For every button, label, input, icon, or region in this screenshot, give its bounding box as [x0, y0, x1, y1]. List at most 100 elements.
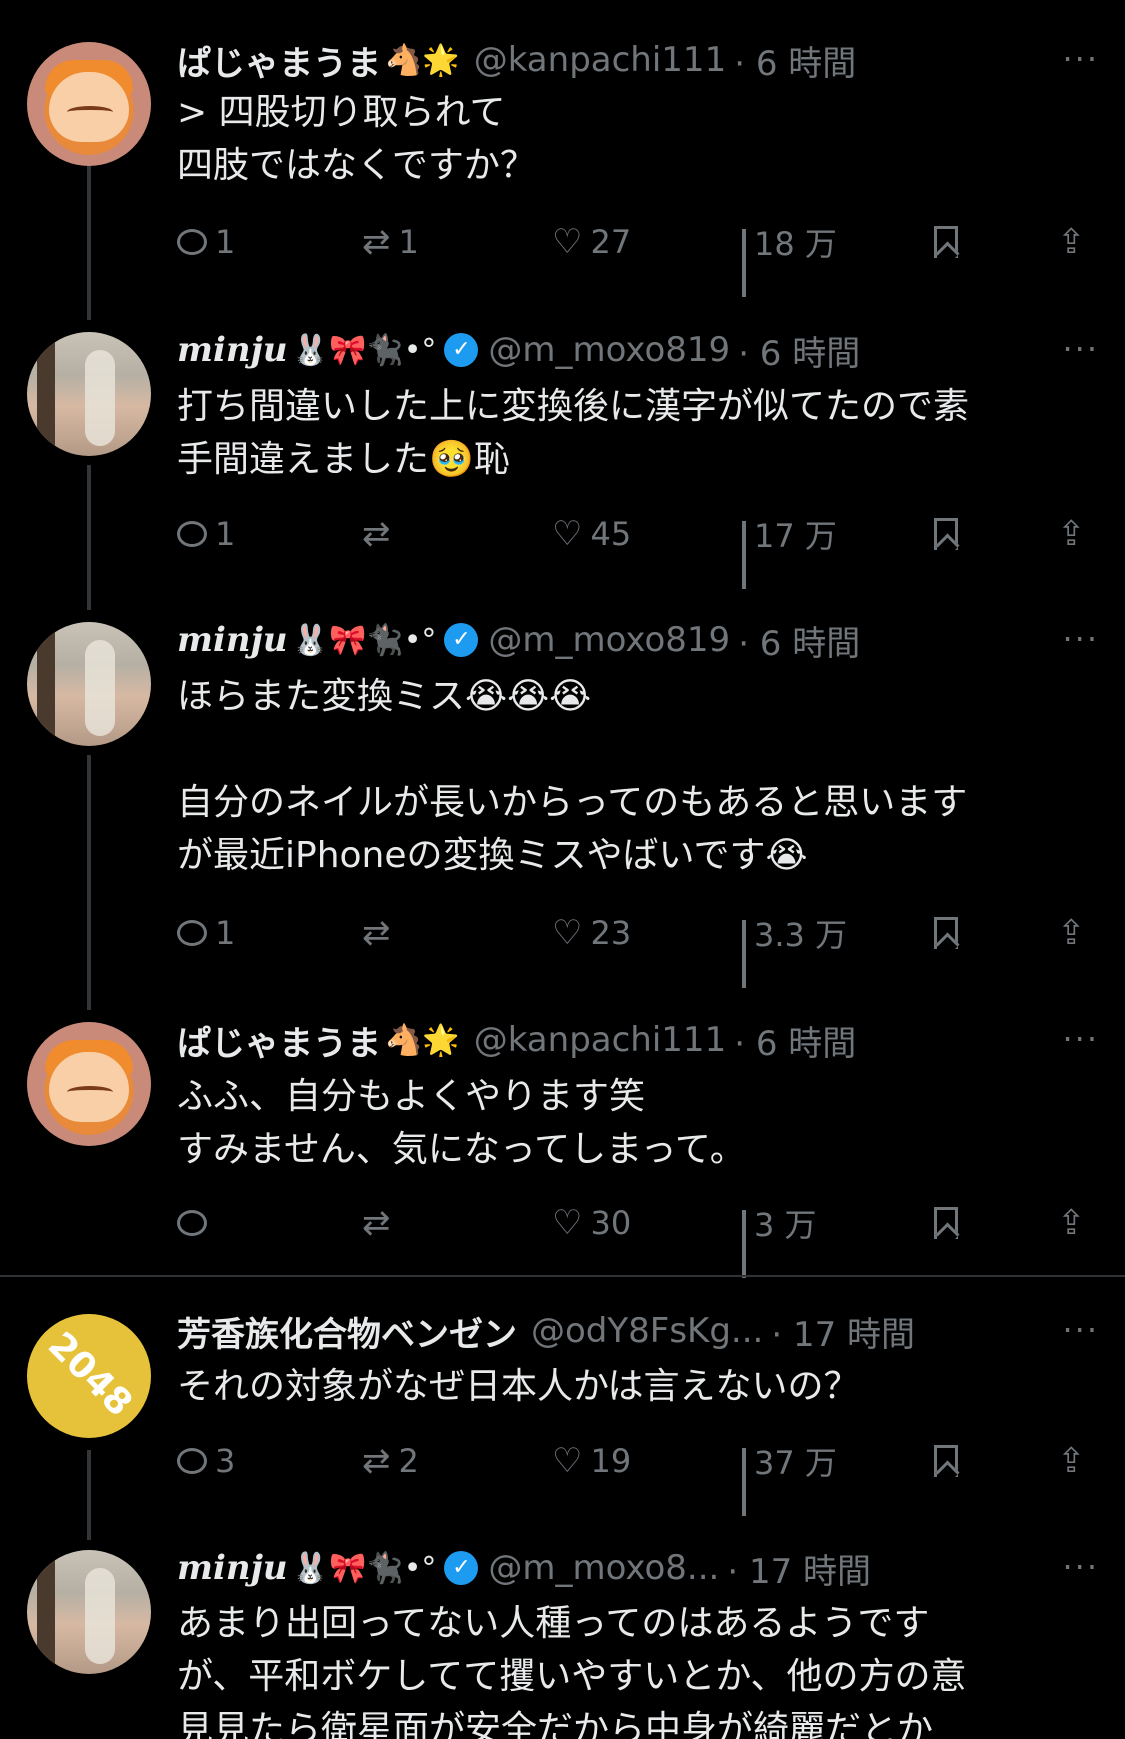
- tweet-header: ぱじゃまうま 🐴🌟 @kanpachi111 · 6 時間: [177, 1015, 856, 1065]
- tweet-line: 見見たら衛星面が安全だから中身が綺麗だとか: [177, 1709, 934, 1739]
- like-count: 45: [590, 515, 632, 553]
- share-icon: ⇪: [1057, 1203, 1086, 1243]
- more-options-icon[interactable]: ···: [1062, 620, 1099, 658]
- share-button[interactable]: ⇪: [1057, 1203, 1086, 1243]
- views-icon: [742, 229, 746, 297]
- share-button[interactable]: ⇪: [1057, 913, 1086, 953]
- verified-badge-icon: ✓: [444, 623, 479, 657]
- tweet-line: が最近iPhoneの変換ミスやばいです😭: [177, 835, 808, 876]
- more-options-icon[interactable]: ···: [1062, 1311, 1099, 1349]
- views-button[interactable]: 3.3 万: [742, 913, 847, 988]
- user-handle[interactable]: @kanpachi111: [474, 40, 726, 80]
- display-name[interactable]: minju: [177, 330, 288, 370]
- tweet-line: ほらまた変換ミス😭😭😭: [177, 676, 592, 717]
- retweet-icon: ⇄: [362, 514, 391, 554]
- thread-divider: [0, 1275, 1125, 1277]
- display-name[interactable]: minju: [177, 620, 288, 660]
- bookmark-button[interactable]: [934, 1203, 958, 1243]
- tweet-header: ぱじゃまうま 🐴🌟 @kanpachi111 · 6 時間: [177, 35, 856, 85]
- reply-icon: [177, 521, 207, 547]
- more-options-icon[interactable]: ···: [1062, 40, 1099, 78]
- timestamp[interactable]: · 6 時間: [738, 616, 860, 665]
- avatar[interactable]: [27, 622, 151, 746]
- tweet-line: > 四股切り取られて: [177, 92, 506, 133]
- action-bar: ⇄ ♡ 30 3 万 ⇪: [177, 1203, 1107, 1278]
- tweet-text: ほらまた変換ミス😭😭😭 自分のネイルが長いからってのもあると思います が最近iP…: [177, 670, 1057, 882]
- reply-icon: [177, 1448, 207, 1474]
- share-icon: ⇪: [1057, 222, 1086, 262]
- display-name[interactable]: 芳香族化合物ベンゼン: [177, 1307, 517, 1356]
- reply-button[interactable]: 1: [177, 913, 235, 953]
- reply-icon: [177, 920, 207, 946]
- heart-icon: ♡: [552, 514, 583, 554]
- reply-icon: [177, 229, 207, 255]
- timestamp[interactable]: · 17 時間: [771, 1307, 915, 1356]
- share-button[interactable]: ⇪: [1057, 222, 1086, 262]
- user-handle[interactable]: @odY8FsKg...: [531, 1311, 763, 1351]
- tweet-text: それの対象がなぜ日本人かは言えないの？: [177, 1360, 1057, 1413]
- more-options-icon[interactable]: ···: [1062, 330, 1099, 368]
- views-button[interactable]: 3 万: [742, 1203, 817, 1278]
- views-icon: [742, 1210, 746, 1278]
- share-icon: ⇪: [1057, 514, 1086, 554]
- retweet-count: 2: [398, 1442, 419, 1480]
- verified-badge-icon: ✓: [444, 1551, 479, 1585]
- share-button[interactable]: ⇪: [1057, 1441, 1086, 1481]
- thread-line: [87, 1450, 91, 1540]
- reply-count: 3: [215, 1442, 236, 1480]
- reply-icon: [177, 1210, 207, 1236]
- avatar[interactable]: [27, 1550, 151, 1674]
- share-button[interactable]: ⇪: [1057, 514, 1086, 554]
- reply-button[interactable]: [177, 1203, 215, 1243]
- like-button[interactable]: ♡ 27: [552, 222, 631, 262]
- bookmark-button[interactable]: [934, 1441, 958, 1481]
- retweet-button[interactable]: ⇄: [362, 913, 399, 953]
- more-options-icon[interactable]: ···: [1062, 1548, 1099, 1586]
- bookmark-button[interactable]: [934, 913, 958, 953]
- timestamp[interactable]: · 6 時間: [734, 36, 856, 85]
- action-bar: 1 ⇄ ♡ 23 3.3 万 ⇪: [177, 913, 1107, 988]
- retweet-count: 1: [398, 223, 419, 261]
- like-button[interactable]: ♡ 45: [552, 514, 631, 554]
- like-button[interactable]: ♡ 30: [552, 1203, 631, 1243]
- views-icon: [742, 521, 746, 589]
- avatar[interactable]: [27, 1022, 151, 1146]
- views-icon: [742, 1448, 746, 1516]
- timestamp[interactable]: · 17 時間: [727, 1544, 871, 1593]
- retweet-button[interactable]: ⇄: [362, 514, 399, 554]
- avatar[interactable]: [27, 332, 151, 456]
- name-emojis: 🐴🌟: [385, 1022, 460, 1058]
- reply-button[interactable]: 1: [177, 222, 235, 262]
- views-button[interactable]: 18 万: [742, 222, 837, 297]
- retweet-button[interactable]: ⇄: [362, 1203, 399, 1243]
- display-name[interactable]: ぱじゃまうま: [177, 36, 381, 85]
- user-handle[interactable]: @m_moxo8...: [488, 1548, 719, 1588]
- avatar[interactable]: 2048: [27, 1314, 151, 1438]
- user-handle[interactable]: @m_moxo819: [488, 330, 730, 370]
- bookmark-icon: [934, 226, 958, 258]
- views-button[interactable]: 37 万: [742, 1441, 837, 1516]
- tweet-line: が、平和ボケしてて攫いやすいとか、他の方の意: [177, 1656, 967, 1697]
- share-icon: ⇪: [1057, 1441, 1086, 1481]
- reply-button[interactable]: 3: [177, 1441, 235, 1481]
- views-button[interactable]: 17 万: [742, 514, 837, 589]
- timestamp[interactable]: · 6 時間: [738, 326, 860, 375]
- bookmark-button[interactable]: [934, 514, 958, 554]
- retweet-button[interactable]: ⇄ 1: [362, 222, 419, 262]
- display-name[interactable]: minju: [177, 1548, 288, 1588]
- tweet-header: 芳香族化合物ベンゼン @odY8FsKg... · 17 時間: [177, 1306, 915, 1356]
- avatar[interactable]: [27, 42, 151, 166]
- reply-button[interactable]: 1: [177, 514, 235, 554]
- heart-icon: ♡: [552, 222, 583, 262]
- like-button[interactable]: ♡ 19: [552, 1441, 631, 1481]
- display-name[interactable]: ぱじゃまうま: [177, 1016, 381, 1065]
- more-options-icon[interactable]: ···: [1062, 1020, 1099, 1058]
- timestamp[interactable]: · 6 時間: [734, 1016, 856, 1065]
- user-handle[interactable]: @kanpachi111: [474, 1020, 726, 1060]
- retweet-button[interactable]: ⇄ 2: [362, 1441, 419, 1481]
- tweet-text: ふふ、自分もよくやります笑 すみません、気になってしまって。: [177, 1070, 1057, 1176]
- bookmark-button[interactable]: [934, 222, 958, 262]
- like-button[interactable]: ♡ 23: [552, 913, 631, 953]
- user-handle[interactable]: @m_moxo819: [488, 620, 730, 660]
- avatar-text: 2048: [40, 1324, 140, 1425]
